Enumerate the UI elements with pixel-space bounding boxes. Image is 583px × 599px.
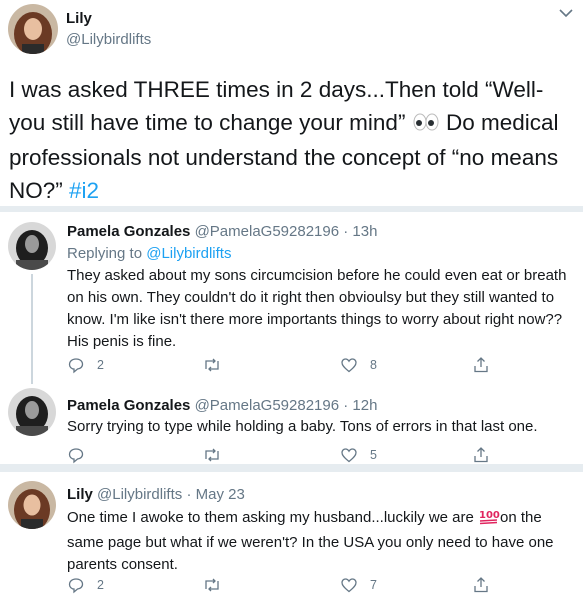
author-name[interactable]: Lily xyxy=(66,10,92,27)
eyes-emoji-icon xyxy=(412,108,440,141)
timestamp[interactable]: · May 23 xyxy=(186,486,244,503)
tweet-text: I was asked THREE times in 2 days...Then… xyxy=(9,73,579,207)
author-name[interactable]: Pamela Gonzales xyxy=(67,397,190,414)
share-button[interactable] xyxy=(472,445,490,465)
reply-icon xyxy=(67,356,85,374)
retweet-icon xyxy=(202,356,222,374)
action-bar: 2 8 xyxy=(67,355,497,375)
hashtag-link[interactable]: #i2 xyxy=(69,178,99,203)
share-button[interactable] xyxy=(472,355,490,375)
timestamp[interactable]: · 12h xyxy=(343,397,377,414)
author-name[interactable]: Lily xyxy=(67,486,93,503)
share-button[interactable] xyxy=(472,575,490,595)
reply-text: Sorry trying to type while holding a bab… xyxy=(67,418,538,435)
chevron-down-icon[interactable] xyxy=(556,6,576,20)
like-count: 8 xyxy=(370,358,377,372)
reply-tweet[interactable]: Pamela Gonzales @PamelaG59282196 · 12h S… xyxy=(0,384,583,464)
timestamp[interactable]: · 13h xyxy=(343,223,377,240)
author-handle[interactable]: @PamelaG59282196 xyxy=(195,223,340,240)
reply-icon xyxy=(67,576,85,594)
replying-to: Replying to @Lilybirdlifts xyxy=(67,245,231,262)
section-separator xyxy=(0,464,583,472)
retweet-button[interactable] xyxy=(202,575,234,595)
reply-count: 2 xyxy=(97,358,104,372)
retweet-button[interactable] xyxy=(202,355,234,375)
share-icon xyxy=(472,576,490,594)
like-icon xyxy=(340,446,358,464)
like-button[interactable]: 5 xyxy=(340,445,377,465)
author-name[interactable]: Pamela Gonzales xyxy=(67,223,190,240)
reply-text: One time I awoke to them asking my husba… xyxy=(67,507,577,576)
author-handle[interactable]: @Lilybirdlifts xyxy=(97,486,182,503)
reply-header: Pamela Gonzales @PamelaG59282196 · 12h xyxy=(67,397,377,414)
replying-to-label: Replying to xyxy=(67,245,147,262)
share-icon xyxy=(472,446,490,464)
main-tweet: Lily @Lilybirdlifts I was asked THREE ti… xyxy=(0,0,583,206)
retweet-button[interactable] xyxy=(202,445,234,465)
reply-button[interactable] xyxy=(67,445,97,465)
hundred-points-emoji-icon: 100 xyxy=(478,507,500,532)
author-handle[interactable]: @Lilybirdlifts xyxy=(66,31,151,48)
replying-to-handle[interactable]: @Lilybirdlifts xyxy=(146,245,231,262)
like-button[interactable]: 7 xyxy=(340,575,377,595)
like-button[interactable]: 8 xyxy=(340,355,377,375)
reply-header: Pamela Gonzales @PamelaG59282196 · 13h xyxy=(67,223,377,240)
thread-line xyxy=(31,274,33,384)
retweet-icon xyxy=(202,576,222,594)
reply-button[interactable]: 2 xyxy=(67,575,104,595)
reply-header: Lily @Lilybirdlifts · May 23 xyxy=(67,486,245,503)
reply-text: They asked about my sons circumcision be… xyxy=(67,267,567,350)
like-count: 5 xyxy=(370,448,377,462)
like-icon xyxy=(340,356,358,374)
reply-text-part1: One time I awoke to them asking my husba… xyxy=(67,509,479,526)
reply-count: 2 xyxy=(97,578,104,592)
avatar[interactable] xyxy=(8,222,56,270)
action-bar: 5 xyxy=(67,445,497,465)
like-icon xyxy=(340,576,358,594)
reply-button[interactable]: 2 xyxy=(67,355,104,375)
avatar[interactable] xyxy=(8,4,58,54)
avatar[interactable] xyxy=(8,388,56,436)
like-count: 7 xyxy=(370,578,377,592)
reply-icon xyxy=(67,446,85,464)
reply-tweet[interactable]: Pamela Gonzales @PamelaG59282196 · 13h R… xyxy=(0,212,583,384)
retweet-icon xyxy=(202,446,222,464)
avatar[interactable] xyxy=(8,481,56,529)
reply-tweet[interactable]: Lily @Lilybirdlifts · May 23 One time I … xyxy=(0,472,583,599)
action-bar: 2 7 xyxy=(67,575,497,595)
author-handle[interactable]: @PamelaG59282196 xyxy=(195,397,340,414)
share-icon xyxy=(472,356,490,374)
